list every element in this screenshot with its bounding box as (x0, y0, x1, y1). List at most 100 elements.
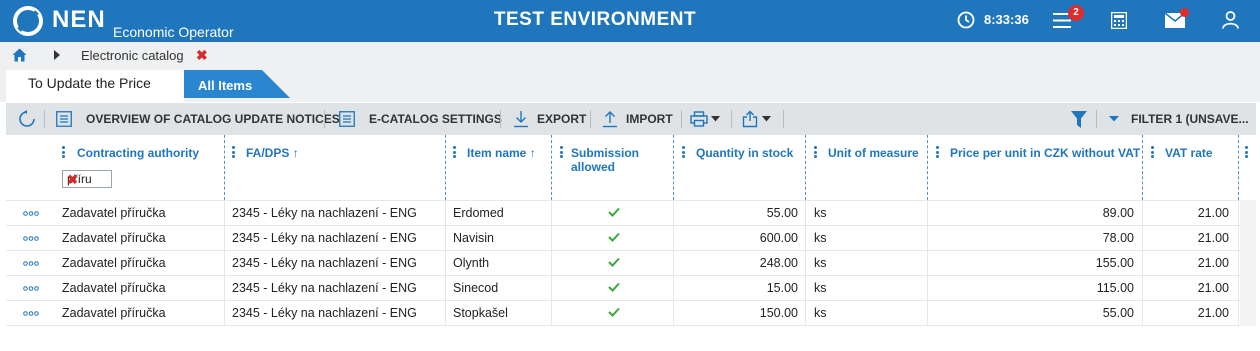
cell-divider (224, 226, 225, 251)
notification-badge: 2 (1068, 5, 1084, 21)
print-button[interactable] (690, 103, 720, 135)
more-options-icon[interactable] (23, 261, 39, 266)
share-icon (742, 110, 758, 128)
cell-divider (445, 301, 446, 326)
download-icon (514, 111, 528, 128)
table-row[interactable]: Zadavatel příručka 2345 - Léky na nachlaz… (6, 300, 1256, 326)
vertical-scrollbar[interactable] (1240, 200, 1256, 326)
cell-fa-dps: 2345 - Léky na nachlazení - ENG (232, 281, 417, 295)
refresh-icon (19, 110, 35, 127)
cell-divider (805, 201, 806, 226)
column-menu-icon[interactable] (62, 146, 65, 158)
export-button[interactable]: EXPORT (513, 103, 586, 135)
column-header-price-per-unit[interactable]: Price per unit in CZK without VAT (935, 135, 1142, 200)
table-row[interactable]: Zadavatel příručka 2345 - Léky na nachlaz… (6, 250, 1256, 276)
filter-toggle-button[interactable] (1071, 103, 1087, 135)
close-icon[interactable]: ✖ (67, 172, 78, 188)
cell-divider (551, 201, 552, 226)
table-row[interactable]: Zadavatel příručka 2345 - Léky na nachlaz… (6, 275, 1256, 301)
column-header-submission-allowed[interactable]: Submission allowed (559, 135, 674, 200)
table-row[interactable]: Zadavatel příručka 2345 - Léky na nachlaz… (6, 225, 1256, 251)
cell-divider (551, 301, 552, 326)
cell-divider (445, 201, 446, 226)
cell-divider (805, 276, 806, 301)
cell-divider (927, 251, 928, 276)
cell-divider (224, 276, 225, 301)
home-icon[interactable] (12, 48, 27, 62)
table-row[interactable]: Zadavatel příručka 2345 - Léky na nachlaz… (6, 200, 1256, 226)
tab-all-items[interactable]: All Items (178, 70, 292, 100)
cell-divider (1238, 301, 1239, 326)
filter-chip-contracting-authority[interactable]: příru ✖ (62, 170, 112, 188)
cell-divider (673, 201, 674, 226)
user-icon[interactable] (1222, 11, 1239, 29)
cell-divider (551, 276, 552, 301)
breadcrumb-electronic-catalog[interactable]: Electronic catalog (81, 48, 184, 63)
column-menu-icon[interactable] (682, 146, 685, 158)
cell-unit-of-measure: ks (814, 256, 827, 270)
tab-to-update-the-price[interactable]: To Update the Price (6, 70, 184, 102)
cell-vat-rate: 21.00 (1197, 231, 1229, 245)
more-options-icon[interactable] (23, 311, 39, 316)
cell-divider (673, 226, 674, 251)
cell-unit-of-measure: ks (814, 281, 827, 295)
column-menu-icon[interactable] (936, 146, 939, 158)
column-header-vat-rate[interactable]: VAT rate (1150, 135, 1240, 200)
cell-divider (1142, 226, 1143, 251)
list-icon (339, 111, 355, 127)
chevron-right-icon (54, 50, 60, 60)
import-button[interactable]: IMPORT (602, 103, 673, 135)
column-menu-icon[interactable] (814, 146, 817, 158)
cell-contracting-authority: Zadavatel příručka (62, 231, 166, 245)
more-options-icon[interactable] (23, 236, 39, 241)
cell-divider (927, 301, 928, 326)
list-icon (56, 111, 72, 127)
toolbar-divider (1096, 110, 1097, 128)
cell-divider (224, 201, 225, 226)
sort-ascending-icon[interactable]: ↑ (293, 146, 299, 160)
cell-fa-dps: 2345 - Léky na nachlazení - ENG (232, 256, 417, 270)
mail-alert-dot (1180, 8, 1189, 17)
cell-divider (673, 301, 674, 326)
column-menu-icon[interactable] (1151, 146, 1154, 158)
cell-divider (805, 226, 806, 251)
close-icon[interactable]: ✖ (196, 47, 208, 64)
column-header-unit-of-measure[interactable]: Unit of measure (813, 135, 928, 200)
cell-price-per-unit: 155.00 (1095, 256, 1134, 270)
e-catalog-settings-button[interactable]: E-CATALOG SETTINGS (339, 103, 502, 135)
refresh-button[interactable] (18, 103, 36, 135)
toolbar: OVERVIEW OF CATALOG UPDATE NOTICES E-CAT… (6, 103, 1256, 135)
print-icon (690, 111, 708, 127)
column-header-contracting-authority[interactable]: Contracting authority (62, 135, 224, 200)
cell-quantity-in-stock: 600.00 (759, 231, 798, 245)
more-options-icon[interactable] (23, 211, 39, 216)
upload-icon (603, 111, 617, 128)
check-icon (608, 307, 620, 317)
column-menu-icon[interactable] (1245, 146, 1248, 158)
export-label: EXPORT (537, 112, 587, 126)
column-menu-icon[interactable] (560, 146, 563, 158)
cell-quantity-in-stock: 150.00 (759, 306, 798, 320)
column-header-fa-dps[interactable]: FA/DPS ↑ (231, 135, 445, 200)
overview-catalog-update-notices-button[interactable]: OVERVIEW OF CATALOG UPDATE NOTICES (56, 103, 340, 135)
saved-filter-dropdown[interactable]: FILTER 1 (UNSAVE... (1109, 103, 1249, 135)
more-options-icon[interactable] (23, 286, 39, 291)
toolbar-divider (590, 110, 591, 128)
check-icon (608, 207, 620, 217)
share-button[interactable] (742, 103, 771, 135)
column-menu-icon[interactable] (453, 146, 456, 158)
column-divider (927, 135, 928, 200)
column-menu-icon[interactable] (232, 146, 235, 158)
column-header-quantity-in-stock[interactable]: Quantity in stock (681, 135, 806, 200)
cell-divider (224, 251, 225, 276)
cell-divider (445, 226, 446, 251)
column-divider (805, 135, 806, 200)
check-icon (608, 232, 620, 242)
cell-divider (551, 226, 552, 251)
calculator-icon[interactable] (1111, 12, 1127, 29)
sort-ascending-icon[interactable]: ↑ (530, 146, 536, 160)
cell-quantity-in-stock: 15.00 (766, 281, 798, 295)
column-header-item-name[interactable]: Item name ↑ (452, 135, 552, 200)
check-icon (608, 257, 620, 267)
cell-contracting-authority: Zadavatel příručka (62, 256, 166, 270)
